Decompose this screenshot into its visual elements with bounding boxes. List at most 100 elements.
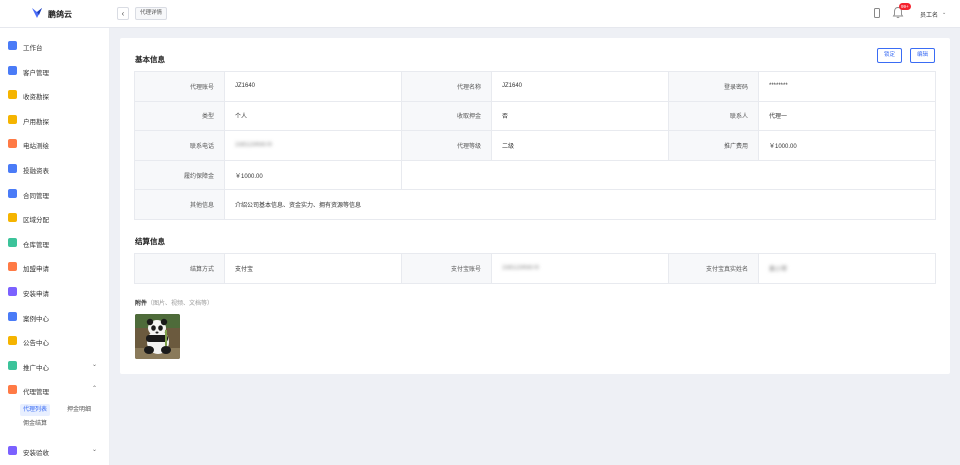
finance-icon — [8, 164, 17, 173]
field-value-text: 否 — [502, 114, 509, 121]
sidebar-item-send[interactable]: 推广中心 ⌄ — [0, 354, 110, 378]
field-value-text: 黄小琴 — [769, 266, 788, 273]
sidebar-item-join[interactable]: 加盟申请 — [0, 255, 110, 279]
sidebar-item-station[interactable]: 电站测绘 — [0, 132, 110, 156]
chevron-down-icon[interactable]: ⌄ — [942, 10, 946, 16]
field-value: 介绍公司基本信息、资金实力、拥有资源等信息 — [224, 189, 936, 220]
field-value: 支付宝 — [224, 253, 402, 284]
field-value: JZ1640 — [491, 71, 669, 102]
sidebar-item-label: 公告中心 — [23, 340, 49, 348]
field-label: 联系人 — [668, 100, 759, 132]
warehouse-icon — [8, 237, 17, 247]
sidebar-item-label: 客户管理 — [23, 69, 49, 77]
back-button[interactable]: ‹ — [117, 7, 129, 20]
field-value-text: JZ1640 — [502, 83, 523, 90]
sidebar-item-label: 代理管理 — [23, 389, 49, 397]
top-bar: 鹏鸽云 ‹ 代理详情 99+ 员工名 ⌄ — [0, 0, 960, 28]
field-value: ￥1000.00 — [758, 130, 936, 161]
sidebar-item-agent[interactable]: 代理管理 ⌃ — [0, 378, 110, 402]
notification-badge: 99+ — [899, 3, 911, 10]
sidebar-item-label: 户用勘探 — [23, 118, 49, 126]
sidebar-item-bell[interactable]: 公告中心 — [0, 329, 110, 353]
case-icon — [8, 311, 17, 321]
field-value: 15812345678 — [224, 130, 402, 161]
sidebar-item-label: 电站测绘 — [23, 143, 49, 151]
sidebar-item-folder[interactable]: 收资勘探 — [0, 83, 110, 107]
field-label: 履约保障金 — [134, 159, 225, 191]
sidebar-item-customers[interactable]: 客户管理 — [0, 59, 110, 83]
sidebar-item-accept[interactable]: 安装验收 ⌄ — [0, 439, 110, 463]
field-label: 代理账号 — [134, 71, 225, 102]
customers-icon — [8, 65, 17, 75]
field-label: 代理名称 — [401, 71, 492, 102]
chevron-down-icon[interactable]: ⌄ — [92, 446, 97, 453]
sidebar-item-label: 合同管理 — [23, 192, 49, 200]
attachment-title: 附件 — [135, 301, 148, 307]
bell-icon — [8, 336, 17, 346]
panda-image — [135, 314, 180, 359]
sidebar-item-folder[interactable]: 户用勘探 — [0, 108, 110, 132]
field-value-text: ******** — [769, 83, 788, 90]
sidebar-item-home[interactable]: 工作台 — [0, 34, 110, 58]
field-label: 其他信息 — [134, 189, 225, 220]
settlement-info-table: 结算方式 支付宝 支付宝账号 15812345678 支付宝真实姓名 黄小琴 — [134, 253, 936, 284]
field-value: 否 — [491, 100, 669, 132]
attachment-hint: （图片、视频、文档等） — [147, 301, 214, 307]
sidebar-item-region[interactable]: 区域分配 — [0, 206, 110, 230]
sidebar-subitem[interactable]: 押金明细 — [64, 404, 94, 416]
field-value: 二级 — [491, 130, 669, 161]
attachment-label: 附件（图片、视频、文档等） — [135, 298, 213, 307]
attachment-thumbnail[interactable] — [135, 314, 180, 359]
install-icon — [8, 287, 17, 296]
folder-icon — [8, 90, 17, 100]
contract-icon — [8, 188, 17, 198]
sidebar-item-label: 工作台 — [23, 45, 43, 52]
table-row: 联系电话 15812345678 代理等级 二级 推广费用 ￥1000.00 — [134, 130, 936, 161]
field-value-text: 15812345678 — [502, 265, 539, 272]
field-label: 代理等级 — [401, 130, 492, 161]
home-icon — [8, 41, 17, 50]
mobile-icon[interactable] — [874, 8, 880, 18]
sidebar-subitem[interactable]: 代理列表 — [20, 404, 51, 416]
sidebar-item-contract[interactable]: 合同管理 — [0, 182, 110, 206]
sidebar-item-label: 区域分配 — [23, 217, 49, 225]
lock-button[interactable]: 锁定 — [877, 48, 903, 63]
field-label: 联系电话 — [134, 130, 225, 161]
sidebar-item-label: 安装验收 — [23, 450, 49, 457]
chevron-down-icon[interactable]: ⌄ — [92, 361, 97, 368]
sidebar-item-finance[interactable]: 投融资表 — [0, 157, 110, 181]
field-label: 支付宝真实姓名 — [668, 253, 759, 284]
field-value: JZ1640 — [224, 71, 402, 102]
edit-button[interactable]: 编辑 — [910, 48, 936, 63]
region-icon — [8, 213, 17, 223]
sidebar-item-case[interactable]: 案例中心 — [0, 305, 110, 329]
settlement-info-title: 结算信息 — [135, 237, 165, 246]
brand-name: 鹏鸽云 — [48, 10, 72, 19]
sidebar-item-warehouse[interactable]: 仓库管理 — [0, 231, 110, 255]
field-label: 登录密码 — [668, 71, 759, 102]
chevron-up-icon[interactable]: ⌃ — [92, 385, 97, 392]
field-value: ******** — [758, 71, 936, 102]
field-label: 收取押金 — [401, 100, 492, 132]
sidebar-item-label: 推广中心 — [23, 364, 49, 372]
join-icon — [8, 262, 17, 272]
agent-icon — [8, 385, 17, 395]
field-value-text: 15812345678 — [235, 142, 272, 149]
field-value-text: 支付宝 — [235, 266, 254, 273]
field-value-text: ￥1000.00 — [235, 173, 263, 180]
user-name[interactable]: 员工名 — [920, 10, 938, 19]
sidebar-item-label: 仓库管理 — [23, 241, 49, 249]
agent-detail-panel: 基本信息 锁定 编辑 代理账号 JZ1640 代理名称 JZ1640 登录密码 *****… — [120, 38, 950, 374]
sidebar-subitem[interactable]: 佣金结算 — [20, 418, 50, 430]
accept-icon — [8, 446, 17, 455]
folder-icon — [8, 114, 17, 124]
empty-cell — [401, 159, 936, 191]
field-value: 代理一 — [758, 100, 936, 132]
field-value-text: 二级 — [502, 143, 515, 150]
logo-icon — [32, 8, 42, 18]
sidebar-item-label: 加盟申请 — [23, 266, 49, 274]
field-value-text: 代理一 — [769, 114, 788, 121]
sidebar-item-install[interactable]: 安装申请 — [0, 280, 110, 304]
table-row: 结算方式 支付宝 支付宝账号 15812345678 支付宝真实姓名 黄小琴 — [134, 253, 936, 284]
tab-agent-detail[interactable]: 代理详情 — [135, 7, 168, 20]
